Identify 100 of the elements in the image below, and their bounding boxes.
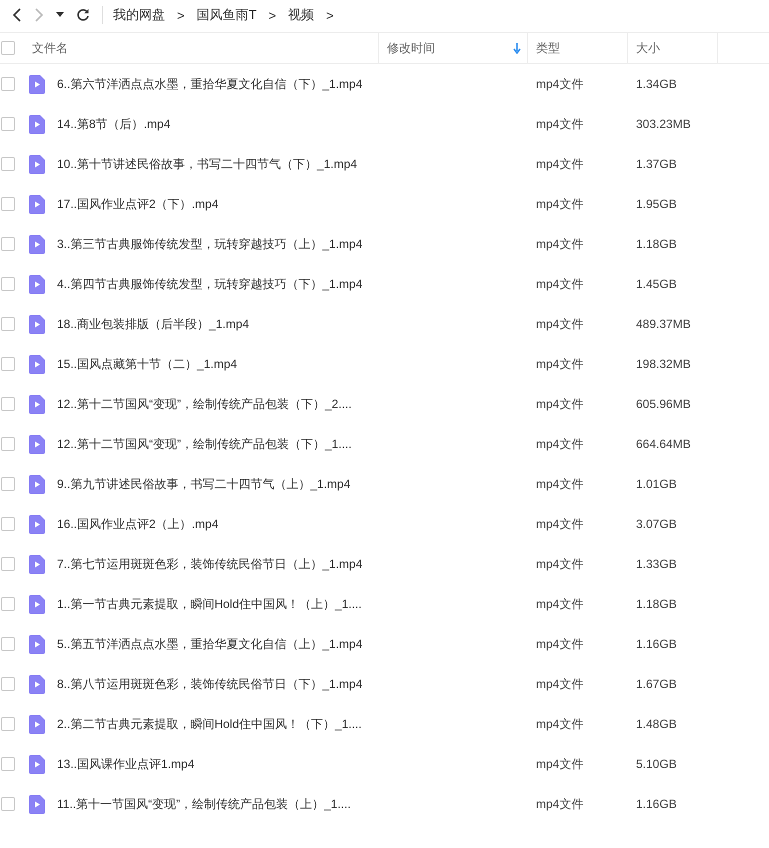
video-file-icon	[29, 434, 45, 454]
row-checkbox[interactable]	[1, 437, 15, 451]
video-file-icon	[29, 634, 45, 654]
file-size: 1.33GB	[635, 557, 678, 571]
file-name: 15..国风点藏第十节（二）_1.mp4	[57, 356, 238, 372]
file-type: mp4文件	[535, 476, 584, 492]
breadcrumb-separator: >	[268, 8, 276, 22]
row-checkbox[interactable]	[1, 757, 15, 771]
video-file-icon	[29, 394, 45, 414]
row-checkbox[interactable]	[1, 357, 15, 371]
file-name: 6..第六节洋洒点点水墨，重拾华夏文化自信（下）_1.mp4	[57, 76, 362, 92]
row-checkbox[interactable]	[1, 797, 15, 811]
breadcrumb-link[interactable]: 我的网盘	[113, 6, 165, 24]
breadcrumb-separator: >	[177, 8, 185, 22]
video-file-icon	[29, 794, 45, 814]
video-file-icon	[29, 154, 45, 174]
file-name: 12..第十二节国风“变现”，绘制传统产品包装（下）_1....	[57, 436, 352, 452]
file-name: 12..第十二节国风“变现”，绘制传统产品包装（下）_2....	[57, 396, 352, 412]
row-checkbox[interactable]	[1, 237, 15, 251]
row-checkbox[interactable]	[1, 197, 15, 211]
caret-down-icon	[56, 12, 64, 18]
file-size: 198.32MB	[635, 357, 692, 371]
file-size: 5.10GB	[635, 757, 678, 771]
file-name: 10..第十节讲述民俗故事，书写二十四节气（下）_1.mp4	[57, 156, 358, 172]
video-file-icon	[29, 314, 45, 334]
row-checkbox[interactable]	[1, 557, 15, 571]
file-name: 9..第九节讲述民俗故事，书写二十四节气（上）_1.mp4	[57, 476, 350, 492]
file-type: mp4文件	[535, 556, 584, 572]
row-checkbox[interactable]	[1, 397, 15, 411]
column-header[interactable]: 文件名	[0, 33, 378, 63]
video-file-icon	[29, 354, 45, 374]
file-name: 16..国风作业点评2（上）.mp4	[57, 516, 218, 532]
file-type: mp4文件	[535, 156, 584, 172]
file-type: mp4文件	[535, 516, 584, 532]
row-checkbox[interactable]	[1, 157, 15, 171]
row-checkbox[interactable]	[1, 517, 15, 531]
file-type: mp4文件	[535, 636, 584, 652]
column-header[interactable]: 大小	[627, 33, 717, 63]
file-size: 3.07GB	[635, 517, 678, 531]
file-type: mp4文件	[535, 756, 584, 772]
file-size: 664.64MB	[635, 437, 692, 451]
video-file-icon	[29, 234, 45, 254]
file-type: mp4文件	[535, 316, 584, 332]
video-file-icon	[29, 474, 45, 494]
video-file-icon	[29, 194, 45, 214]
video-file-icon	[29, 114, 45, 134]
file-name: 14..第8节（后）.mp4	[57, 116, 170, 132]
file-size: 1.16GB	[635, 637, 678, 651]
file-name: 1..第一节古典元素提取，瞬间Hold住中国风！（上）_1....	[57, 596, 362, 612]
file-type: mp4文件	[535, 116, 584, 132]
file-type: mp4文件	[535, 276, 584, 292]
file-name: 13..国风课作业点评1.mp4	[57, 756, 194, 772]
file-type: mp4文件	[535, 596, 584, 612]
row-checkbox[interactable]	[1, 317, 15, 331]
row-checkbox[interactable]	[1, 597, 15, 611]
refresh-icon	[76, 8, 90, 22]
breadcrumb-link[interactable]: 视频	[288, 6, 314, 24]
video-file-icon	[29, 274, 45, 294]
row-checkbox[interactable]	[1, 277, 15, 291]
file-name: 17..国风作业点评2（下）.mp4	[57, 196, 218, 212]
row-checkbox[interactable]	[1, 677, 15, 691]
video-file-icon	[29, 514, 45, 534]
file-type: mp4文件	[535, 796, 584, 812]
file-type: mp4文件	[535, 716, 584, 732]
column-header[interactable]: 修改时间	[378, 33, 527, 63]
file-size: 1.18GB	[635, 597, 678, 611]
select-all-checkbox[interactable]	[1, 41, 15, 55]
file-size: 1.45GB	[635, 277, 678, 291]
file-size: 1.16GB	[635, 797, 678, 811]
file-size: 303.23MB	[635, 117, 692, 131]
column-header[interactable]: 类型	[527, 33, 627, 63]
file-size: 605.96MB	[635, 397, 692, 411]
row-checkbox[interactable]	[1, 637, 15, 651]
file-name: 18..商业包装排版（后半段）_1.mp4	[57, 316, 250, 332]
breadcrumb-link[interactable]: 国风鱼雨T	[196, 6, 257, 24]
video-file-icon	[29, 554, 45, 574]
file-type: mp4文件	[535, 76, 584, 92]
file-name: 3..第三节古典服饰传统发型，玩转穿越技巧（上）_1.mp4	[57, 236, 362, 252]
file-type: mp4文件	[535, 676, 584, 692]
file-type: mp4文件	[535, 236, 584, 252]
file-size: 1.18GB	[635, 237, 678, 251]
file-size: 1.01GB	[635, 477, 678, 491]
row-checkbox[interactable]	[1, 117, 15, 131]
row-checkbox[interactable]	[1, 77, 15, 91]
file-name: 11..第十一节国风“变现”，绘制传统产品包装（上）_1....	[57, 796, 351, 812]
file-name: 7..第七节运用斑斑色彩，装饰传统民俗节日（上）_1.mp4	[57, 556, 362, 572]
video-file-icon	[29, 594, 45, 614]
video-file-icon	[29, 754, 45, 774]
video-file-icon	[29, 674, 45, 694]
chevron-right-icon	[34, 8, 44, 22]
file-size: 1.37GB	[635, 157, 678, 171]
row-checkbox[interactable]	[1, 477, 15, 491]
row-checkbox[interactable]	[1, 717, 15, 731]
file-name: 2..第二节古典元素提取，瞬间Hold住中国风！（下）_1....	[57, 716, 362, 732]
file-size: 1.95GB	[635, 197, 678, 211]
file-size: 1.34GB	[635, 77, 678, 91]
file-type: mp4文件	[535, 356, 584, 372]
file-name: 5..第五节洋洒点点水墨，重拾华夏文化自信（上）_1.mp4	[57, 636, 362, 652]
file-type: mp4文件	[535, 436, 584, 452]
file-size: 1.48GB	[635, 717, 678, 731]
